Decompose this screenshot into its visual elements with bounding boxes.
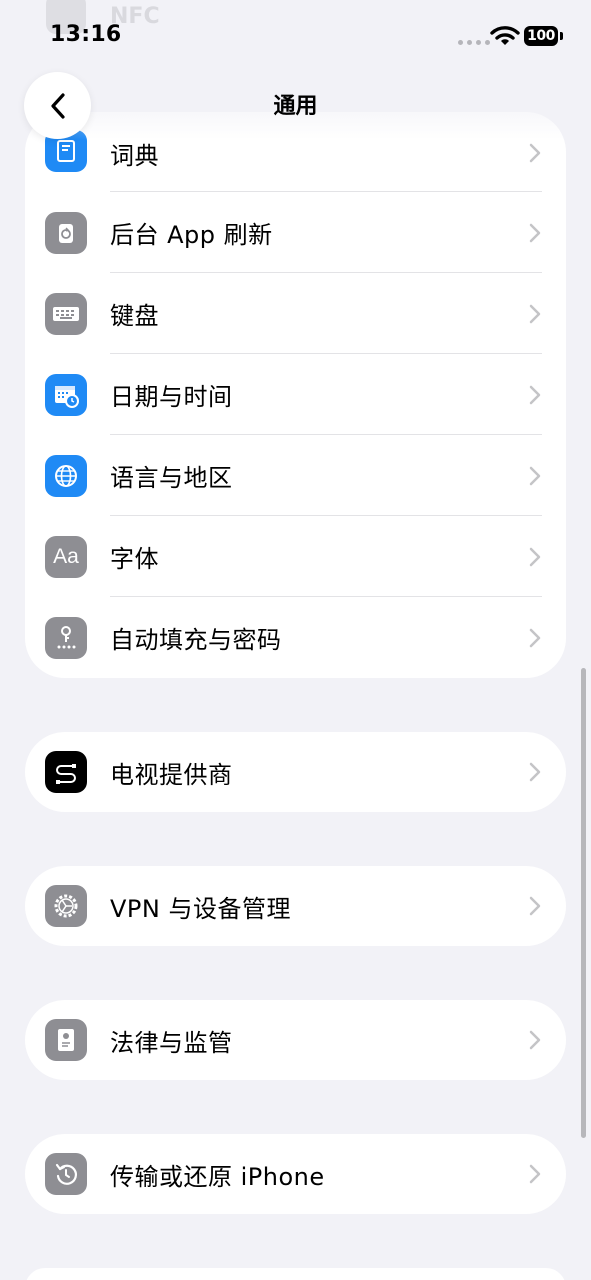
list-item-label: 电视提供商 [110, 760, 233, 789]
chevron-right-icon [529, 628, 541, 647]
general-settings-group-2: 电视提供商 [25, 732, 566, 812]
wifi-icon [490, 26, 520, 45]
list-item-label: 词典 [110, 142, 159, 170]
chevron-left-icon [50, 92, 65, 119]
list-item-label: 法律与监管 [110, 1028, 233, 1057]
chevron-right-icon [529, 1030, 541, 1050]
list-item-background-refresh[interactable]: 后台 App 刷新 [25, 192, 566, 273]
background-refresh-icon [45, 211, 87, 254]
list-item-label: VPN 与设备管理 [110, 894, 291, 923]
key-icon [45, 616, 87, 659]
general-settings-group-1: 词典 后台 App 刷新 键盘 日期与时间 语言与地区 Aa 字体 自动填充与密… [25, 112, 566, 678]
status-time: 13:16 [50, 22, 122, 47]
battery-level: 100 [524, 26, 558, 46]
chevron-right-icon [529, 385, 541, 404]
list-item-label: 日期与时间 [110, 383, 233, 411]
general-settings-group-3: VPN 与设备管理 [25, 866, 566, 946]
list-item-transfer-reset[interactable]: 传输或还原 iPhone [25, 1134, 566, 1214]
general-settings-group-5: 传输或还原 iPhone [25, 1134, 566, 1214]
list-item-autofill-passwords[interactable]: 自动填充与密码 [25, 597, 566, 678]
list-item-language-region[interactable]: 语言与地区 [25, 435, 566, 516]
list-item-dictionary[interactable]: 词典 [25, 112, 566, 192]
list-item-legal-regulatory[interactable]: 法律与监管 [25, 1000, 566, 1080]
calendar-clock-icon [45, 373, 87, 416]
cellular-signal-icon [458, 40, 490, 45]
restore-icon [45, 1153, 87, 1195]
list-item-label: 键盘 [110, 302, 159, 330]
gear-icon [45, 885, 87, 927]
chevron-right-icon [529, 466, 541, 485]
general-settings-group-6-partial [25, 1268, 566, 1280]
list-item-label: 传输或还原 iPhone [110, 1162, 325, 1191]
list-item-fonts[interactable]: Aa 字体 [25, 516, 566, 597]
chevron-right-icon [529, 143, 541, 163]
tv-provider-icon [45, 751, 87, 793]
chevron-right-icon [529, 762, 541, 782]
chevron-right-icon [529, 304, 541, 323]
list-item-vpn-device-management[interactable]: VPN 与设备管理 [25, 866, 566, 946]
legal-document-icon [45, 1019, 87, 1061]
list-item-tv-provider[interactable]: 电视提供商 [25, 732, 566, 812]
list-item-label: 自动填充与密码 [110, 626, 282, 654]
back-button[interactable] [24, 72, 91, 139]
keyboard-icon [45, 292, 87, 335]
status-bar: NFC 13:16 100 [0, 0, 591, 72]
font-icon: Aa [45, 535, 87, 578]
list-item-date-time[interactable]: 日期与时间 [25, 354, 566, 435]
list-item-keyboard[interactable]: 键盘 [25, 273, 566, 354]
chevron-right-icon [529, 223, 541, 242]
scrollbar[interactable] [581, 668, 586, 1138]
chevron-right-icon [529, 896, 541, 916]
list-item-label: 后台 App 刷新 [110, 221, 273, 249]
battery-icon: 100 [524, 26, 564, 46]
general-settings-group-4: 法律与监管 [25, 1000, 566, 1080]
chevron-right-icon [529, 1164, 541, 1184]
globe-icon [45, 454, 87, 497]
list-item-label: 语言与地区 [110, 464, 233, 492]
list-item-label: 字体 [110, 545, 159, 573]
settings-general-screen: 词典 后台 App 刷新 键盘 日期与时间 语言与地区 Aa 字体 自动填充与密… [0, 0, 591, 1280]
chevron-right-icon [529, 547, 541, 566]
